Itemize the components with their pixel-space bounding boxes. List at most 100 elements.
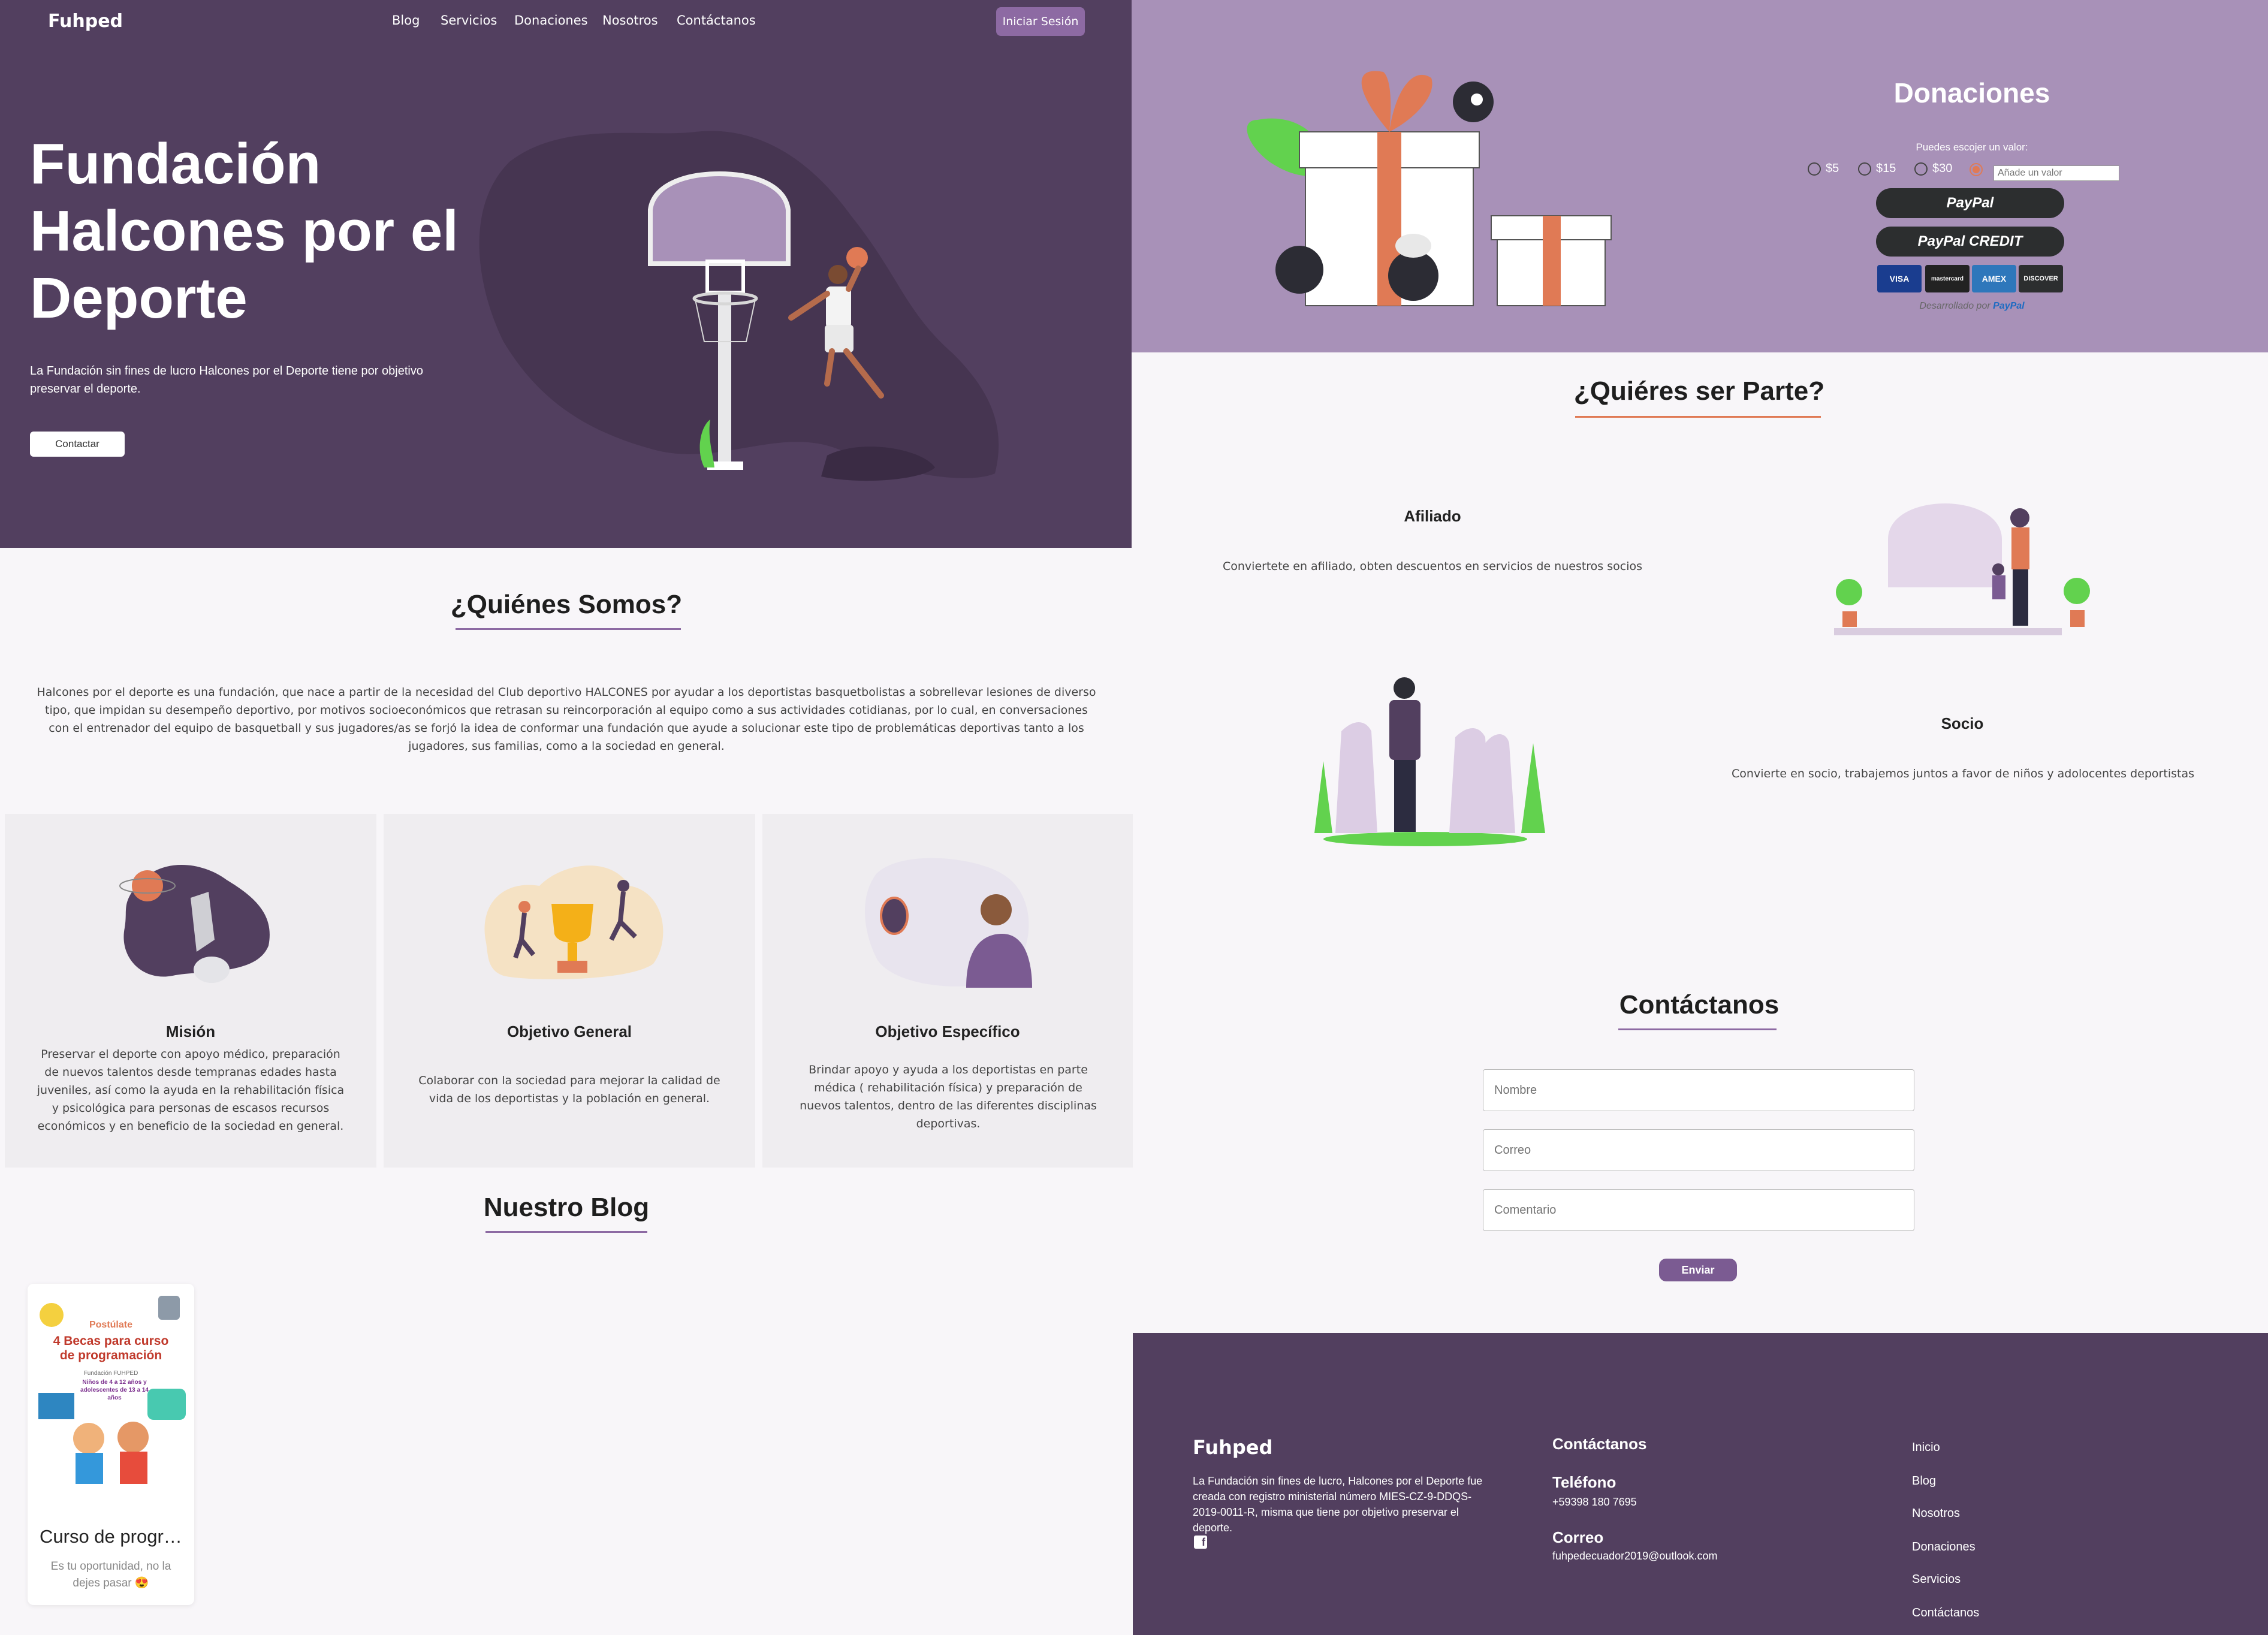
child-head [1992, 563, 2004, 575]
card-objetivo-especifico: Objetivo Específico Brindar apoyo y ayud… [762, 814, 1133, 1168]
footer-phone[interactable]: +59398 180 7695 [1552, 1496, 1637, 1509]
footer-link-donaciones[interactable]: Donaciones [1912, 1540, 1976, 1554]
blog-post-title[interactable]: Curso de progra... [40, 1526, 183, 1547]
amount-label-30: $30 [1932, 162, 1953, 175]
footer-contact-heading: Contáctanos [1552, 1435, 1647, 1453]
join-underline [1575, 416, 1821, 418]
gift-big-bow [1361, 71, 1432, 132]
player-shorts [825, 325, 853, 352]
amount-option-5[interactable]: $5 [1808, 162, 1839, 176]
comment-field[interactable] [1483, 1189, 1914, 1231]
card-amex-icon[interactable]: AMEX [1972, 265, 2016, 292]
child-body [1992, 575, 2005, 599]
pot-left [1842, 611, 1857, 627]
blog-post-image[interactable]: Postúlate 4 Becas para curso de programa… [28, 1284, 194, 1512]
nav-link-blog[interactable]: Blog [392, 13, 420, 28]
trophy-stem [568, 943, 577, 961]
crowd-illustration [1314, 677, 1545, 846]
blog-underline [485, 1231, 647, 1233]
kid-right-body [120, 1452, 147, 1484]
player-head [828, 265, 848, 284]
radio-15[interactable] [1858, 162, 1871, 176]
powered-by-text: Desarrollado por [1919, 301, 1990, 311]
amount-option-15[interactable]: $15 [1858, 162, 1896, 176]
hero-description: La Fundación sin fines de lucro Halcones… [30, 364, 423, 396]
window-arch [1888, 503, 2002, 587]
send-button[interactable]: Enviar [1659, 1259, 1737, 1281]
trophy-base [557, 961, 587, 973]
custom-amount-input[interactable] [1993, 165, 2119, 181]
nav-link-servicios[interactable]: Servicios [441, 13, 497, 28]
mother-body [2011, 527, 2029, 569]
card-objetivo-general-title: Objetivo General [506, 1022, 632, 1040]
card-mastercard-icon[interactable]: mastercard [1925, 265, 1970, 292]
partner-title: Socio [1941, 714, 1984, 732]
blog-post-text: Es tu oportunidad, no la dejes pasar 😍 [50, 1560, 171, 1589]
contact-underline [1618, 1028, 1777, 1030]
card-objetivo-especifico-title: Objetivo Específico [875, 1022, 1020, 1040]
footer-email[interactable]: fuhpedecuador2019@outlook.com [1552, 1550, 1717, 1562]
window-family-illustration [1834, 503, 2090, 635]
footer-description: La Fundación sin fines de lucro, Halcone… [1193, 1475, 1483, 1534]
nav-link-donaciones[interactable]: Donaciones [514, 13, 588, 28]
rocket-smoke [194, 957, 230, 983]
nav-link-nosotros[interactable]: Nosotros [602, 13, 658, 28]
card-mision-text: Preservar el deporte con apoyo médico, p… [37, 1048, 345, 1133]
crowd-silhouettes [1335, 722, 1515, 833]
amount-label-15: $15 [1876, 162, 1896, 175]
footer-phone-label: Teléfono [1552, 1473, 1616, 1491]
trophy-cup [551, 904, 593, 943]
radio-custom[interactable] [1970, 163, 1983, 176]
card-objetivo-general: Objetivo General Colaborar con la socied… [384, 814, 755, 1168]
email-field[interactable] [1483, 1129, 1914, 1171]
footer-link-nosotros[interactable]: Nosotros [1912, 1507, 1960, 1521]
login-button[interactable]: Iniciar Sesión [996, 7, 1085, 36]
kid-left-body [76, 1453, 103, 1484]
card-visa-icon[interactable]: VISA [1877, 265, 1922, 292]
trophy-illustration [484, 865, 663, 979]
radio-30[interactable] [1914, 162, 1928, 176]
card-objetivo-general-text: Colaborar con la sociedad para mejorar l… [418, 1074, 720, 1105]
pot-right [2070, 610, 2085, 627]
footer-brand[interactable]: Fuhped [1193, 1436, 1272, 1459]
gifts-illustration [1247, 71, 1612, 306]
affiliate-text: Conviertete en afiliado, obten descuento… [1222, 560, 1643, 573]
donations-title: Donaciones [1893, 77, 2050, 108]
blog-post-card[interactable]: Postúlate 4 Becas para curso de programa… [28, 1284, 194, 1605]
crowd-grass [1323, 832, 1527, 846]
partner-text: Convierte en socio, trabajemos juntos a … [1732, 767, 2194, 780]
hero-illustration [479, 131, 999, 481]
join-title: ¿Quiéres ser Parte? [1573, 376, 1825, 406]
backboard-shape [648, 171, 791, 266]
robot-2-icon [147, 1389, 186, 1420]
footer-link-contactanos[interactable]: Contáctanos [1912, 1606, 1979, 1620]
footer-link-blog[interactable]: Blog [1912, 1474, 1936, 1488]
floor [1834, 628, 2062, 635]
dartboard [880, 897, 909, 935]
radio-5[interactable] [1808, 162, 1821, 176]
card-discover-icon[interactable]: DISCOVER [2019, 265, 2063, 292]
footer-link-servicios[interactable]: Servicios [1912, 1573, 1961, 1586]
paypal-button[interactable]: PayPal [1876, 188, 2064, 218]
robot-icon [158, 1296, 180, 1320]
mother-legs [2013, 569, 2028, 626]
bulb-icon [40, 1303, 64, 1327]
footer-link-inicio[interactable]: Inicio [1912, 1441, 1940, 1455]
name-field[interactable] [1483, 1069, 1914, 1111]
plant-left [1836, 579, 1862, 605]
contact-button[interactable]: Contactar [30, 432, 125, 457]
contact-title: Contáctanos [1619, 990, 1780, 1019]
nav-brand[interactable]: Fuhped [48, 11, 123, 32]
nav-link-contactanos[interactable]: Contáctanos [677, 13, 756, 28]
person-head [981, 894, 1012, 925]
card-objetivo-especifico-text: Brindar apoyo y ayuda a los deportistas … [800, 1063, 1097, 1130]
amount-option-30[interactable]: $30 [1914, 162, 1952, 176]
paypal-credit-button[interactable]: PayPal CREDIT [1876, 227, 2064, 257]
monster-left [1275, 246, 1323, 294]
poster-illustration [38, 1296, 186, 1484]
facebook-icon[interactable]: f [1194, 1536, 1207, 1549]
laptop-icon [38, 1393, 74, 1419]
basketball [846, 247, 868, 269]
kid-right-head [117, 1422, 149, 1453]
gift-small-ribbon [1543, 216, 1561, 306]
